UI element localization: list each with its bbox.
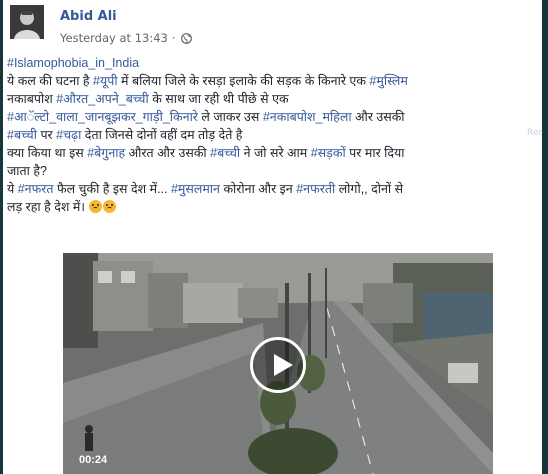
video-player[interactable]: 00:24 <box>63 253 493 474</box>
post-line: क्या किया था इस #बेगुनाह औरत और उसकी #बच… <box>7 146 405 160</box>
sidebar-fragment: Rec <box>527 128 542 138</box>
hashtag-link[interactable]: #बच्ची <box>7 128 37 142</box>
hashtag-link[interactable]: #चढ़ा <box>56 128 81 142</box>
hashtag-link[interactable]: #आॅल्टो_वाला_जानबूझकर_गाड़ी_किनारे <box>7 110 198 124</box>
hashtag-link[interactable]: #बच्ची <box>210 146 240 160</box>
sad-face-emoji <box>102 200 116 213</box>
post-line: #बच्ची पर #चढ़ा देता जिनसे दोनों वहीं दम… <box>7 128 243 142</box>
globe-icon[interactable] <box>180 32 192 44</box>
post-line: नकाबपोश #औरत_अपने_बच्ची के साथ जा रही थी… <box>7 92 289 106</box>
hashtag-link[interactable]: #नफरती <box>296 182 335 196</box>
hashtag-link[interactable]: #मुस्लिम <box>369 74 407 88</box>
post-line: लड़ रहा है देश में। <box>7 198 535 216</box>
post-timestamp[interactable]: Yesterday at 13:43 <box>60 31 168 45</box>
video-timestamp: 00:24 <box>79 454 108 466</box>
sad-face-emoji <box>88 200 102 213</box>
hashtag-link[interactable]: #सड़कों <box>311 146 346 160</box>
hashtag-link[interactable]: #नफरत <box>18 182 54 196</box>
hashtag-link[interactable]: #मुसलमान <box>171 182 220 196</box>
post-line: ये #नफरत फैल चुकी है इस देश में... #मुसल… <box>7 182 404 196</box>
hashtag-link[interactable]: #Islamophobia_in_India <box>7 56 139 70</box>
post-line: जाता है? <box>7 164 47 178</box>
play-icon[interactable] <box>250 337 306 393</box>
hashtag-link[interactable]: #बेगुनाह <box>87 146 125 160</box>
post-card: Abid Ali Yesterday at 13:43 · #Islamopho… <box>3 0 542 474</box>
hashtag-link[interactable]: #नकाबपोश_महिला <box>263 110 352 124</box>
post-line: ये कल की घटना है #यूपी में बलिया जिले के… <box>7 74 408 88</box>
meta-separator: · <box>171 31 176 45</box>
hashtag-link[interactable]: #यूपी <box>93 74 118 88</box>
author-avatar[interactable] <box>10 5 44 39</box>
post-line: #आॅल्टो_वाला_जानबूझकर_गाड़ी_किनारे ले जा… <box>7 110 405 124</box>
post-text: #Islamophobia_in_India ये कल की घटना है … <box>7 54 535 216</box>
post-meta: Yesterday at 13:43 · <box>60 31 192 45</box>
author-name[interactable]: Abid Ali <box>60 9 117 24</box>
hashtag-link[interactable]: #औरत_अपने_बच्ची <box>56 92 149 106</box>
